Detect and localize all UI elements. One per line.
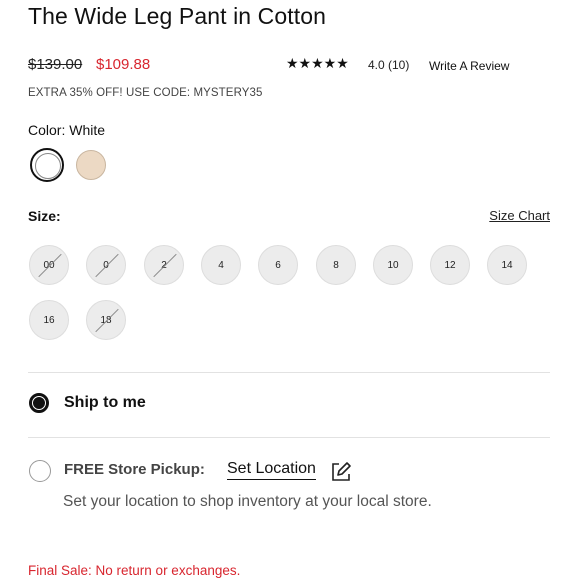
store-pickup-radio[interactable] bbox=[29, 460, 51, 482]
final-sale-notice: Final Sale: No return or exchanges. bbox=[28, 563, 241, 578]
color-label-prefix: Color: bbox=[28, 122, 66, 138]
size-option-18[interactable]: 18 bbox=[86, 300, 126, 340]
sale-price: $109.88 bbox=[96, 56, 151, 73]
size-option-12[interactable]: 12 bbox=[430, 245, 470, 285]
size-option-10[interactable]: 10 bbox=[373, 245, 413, 285]
set-location-link[interactable]: Set Location bbox=[227, 460, 316, 480]
size-option-00[interactable]: 00 bbox=[29, 245, 69, 285]
size-chart-link[interactable]: Size Chart bbox=[489, 208, 550, 223]
size-option-6[interactable]: 6 bbox=[258, 245, 298, 285]
size-option-4[interactable]: 4 bbox=[201, 245, 241, 285]
edit-icon[interactable] bbox=[330, 461, 352, 483]
size-option-2[interactable]: 2 bbox=[144, 245, 184, 285]
original-price: $139.00 bbox=[28, 56, 83, 73]
color-swatch-white[interactable] bbox=[30, 148, 64, 182]
ship-to-me-label[interactable]: Ship to me bbox=[64, 394, 146, 412]
rating-stars-icon: ★★★★★ bbox=[286, 55, 349, 71]
divider bbox=[28, 372, 550, 373]
size-option-16[interactable]: 16 bbox=[29, 300, 69, 340]
size-option-14[interactable]: 14 bbox=[487, 245, 527, 285]
size-label: Size: bbox=[28, 208, 61, 224]
price-row: $139.00 $109.88 ★★★★★ 4.0 (10) Write A R… bbox=[28, 55, 558, 76]
selected-color-name: White bbox=[69, 122, 106, 138]
divider bbox=[28, 437, 550, 438]
color-swatch-beige[interactable] bbox=[76, 150, 106, 180]
size-option-0[interactable]: 0 bbox=[86, 245, 126, 285]
store-pickup-label[interactable]: FREE Store Pickup: bbox=[64, 461, 205, 478]
product-title: The Wide Leg Pant in Cotton bbox=[28, 3, 327, 29]
size-option-8[interactable]: 8 bbox=[316, 245, 356, 285]
color-label: Color: White bbox=[28, 122, 105, 138]
ship-to-me-radio[interactable] bbox=[29, 393, 49, 413]
rating-summary: 4.0 (10) bbox=[368, 58, 410, 72]
write-review-link[interactable]: Write A Review bbox=[429, 59, 509, 73]
location-description: Set your location to shop inventory at y… bbox=[63, 493, 432, 510]
promo-text: EXTRA 35% OFF! USE CODE: MYSTERY35 bbox=[28, 87, 263, 99]
